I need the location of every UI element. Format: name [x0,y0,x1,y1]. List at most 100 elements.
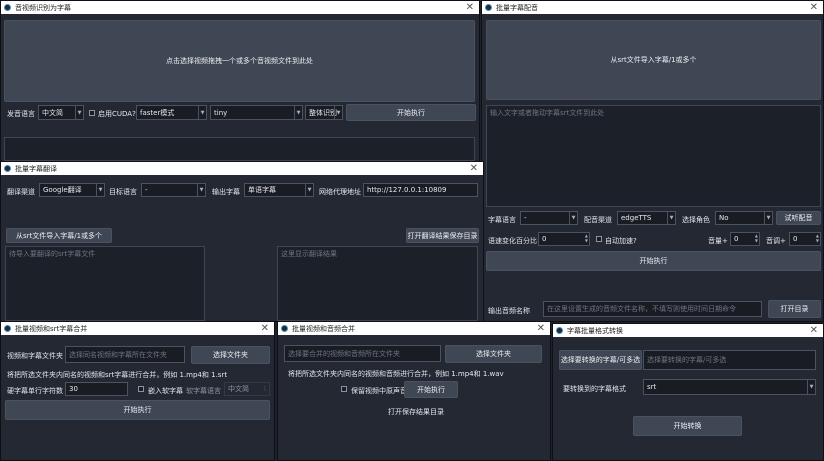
app-logo-icon [4,4,11,11]
close-icon[interactable]: ✕ [470,162,478,175]
chevron-down-icon: ▼ [667,212,675,224]
chevron-down-icon: ▼ [569,212,577,224]
chosen-subtitles-input[interactable]: 选择要转换的字幕/可多选 [643,350,816,370]
app-logo-icon [4,165,11,172]
auto-speed-checkbox[interactable] [596,236,602,242]
chevron-down-icon: ▼ [294,106,302,119]
test-dubbing-button[interactable]: 试听配音 [776,211,821,225]
soft-sub-lang-select[interactable]: 中文简 ⋮ [224,382,270,396]
batch-dubbing-window: 批量字幕配音 ✕ 从srt文件导入字幕/1或多个 输入文字或者拖动字幕srt文件… [481,0,824,322]
output-name-label: 输出音频名称 [488,307,530,315]
stepper-arrows-icon[interactable]: ▲ ▼ [585,233,588,243]
keep-original-audio-checkbox[interactable] [341,386,347,392]
chevron-down-icon: ▼ [75,106,83,119]
result-textarea[interactable] [4,137,475,161]
start-convert-button[interactable]: 开始转换 [633,416,742,436]
channel-select[interactable]: Google翻译 ▼ [39,183,105,197]
volume-label: 音量+ [708,237,728,245]
start-button[interactable]: 开始执行 [404,381,458,398]
window-title: 批量视频和srt字幕合并 [15,325,88,333]
role-label: 选择角色 [682,216,710,224]
cuda-checkbox[interactable] [89,110,95,116]
choose-folder-button[interactable]: 选择文件夹 [191,346,270,364]
cuda-label: 启用CUDA? [98,110,136,118]
window-titlebar: 音视频识别为字幕 ✕ [1,1,479,14]
open-folder-button[interactable]: 打开目录 [768,300,821,318]
window-titlebar: 批量字幕翻译 ✕ [1,162,483,175]
output-name-input[interactable]: 在这里设置生成的音频文件名称，不填写则使用时间日期命令 [543,301,762,317]
language-label: 发音语言 [7,110,35,118]
channel-label: 翻译渠道 [7,188,35,196]
stepper-arrows-icon[interactable]: ▲ ▼ [755,233,758,243]
output-sub-select[interactable]: 单语字幕 ▼ [244,183,314,197]
start-button[interactable]: 开始执行 [5,400,270,420]
proxy-label: 网络代理地址 [319,188,361,196]
max-chars-input[interactable]: 30 [65,382,128,396]
folder-input[interactable]: 选择要合并的视频和音频所在文件夹 [284,345,441,362]
close-icon[interactable]: ✕ [810,1,818,14]
channel-select[interactable]: edgeTTS ▼ [617,211,676,225]
model-select[interactable]: tiny ▼ [210,105,303,120]
pitch-stepper[interactable]: 0 ▲ ▼ [789,232,821,246]
drop-zone-text: 点击选择视频拖拽一个或多个音视频文件到此处 [166,57,313,65]
target-lang-select[interactable]: - ▼ [141,183,206,197]
embed-soft-sub-checkbox[interactable] [138,386,144,392]
target-format-label: 要转换到的字幕格式 [563,385,626,393]
chevron-down-icon: ▼ [198,106,206,119]
app-logo-icon [556,327,563,334]
speed-stepper[interactable]: 0 ▲ ▼ [538,232,590,246]
merge-video-srt-window: 批量视频和srt字幕合并 ✕ 视频和字幕文件夹 选择同名视频和字幕所在文件夹 选… [0,321,275,461]
output-sub-label: 输出字幕 [212,188,240,196]
translate-result-textarea[interactable]: 这里显示翻译结果 [277,246,478,321]
language-select[interactable]: 中文简 ▼ [38,105,84,120]
split-select[interactable]: 整体识别 ▼ [305,105,343,120]
import-srt-button[interactable]: 从srt文件导入字幕/1或多个 [6,228,112,243]
close-icon[interactable]: ✕ [261,322,269,335]
role-select[interactable]: No ▼ [715,211,773,225]
open-result-folder-button[interactable]: 打开翻译结果保存目录 [406,228,479,243]
close-icon[interactable]: ✕ [537,322,545,335]
start-button[interactable]: 开始执行 [486,251,821,271]
chevron-down-icon: ▼ [764,212,772,224]
soft-sub-lang-label: 软字幕语言 [186,387,221,395]
speech-to-subtitle-window: 音视频识别为字幕 ✕ 点击选择视频拖拽一个或多个音视频文件到此处 发音语言 中文… [0,0,480,162]
merge-hint-text: 将把所选文件夹内同名的视频和音频进行合并，例如 1.mp4和 1.wav [288,370,504,378]
merge-hint-text: 将把所选文件夹内同名的视频和srt字幕进行合并，例如 1.mp4和 1.srt [7,371,228,379]
chevron-down-icon: ▼ [334,106,342,119]
proxy-input[interactable]: http://127.0.0.1:10809 [363,183,478,197]
window-titlebar: 批量字幕配音 ✕ [482,1,823,14]
import-srt-button[interactable]: 从srt文件导入字幕/1或多个 [486,20,821,100]
target-format-select[interactable]: srt ▼ [643,379,816,395]
sub-lang-label: 字幕语言 [488,216,516,224]
window-titlebar: 字幕批量格式转换 ✕ [553,324,823,337]
channel-label: 配音渠道 [584,216,612,224]
close-icon[interactable]: ✕ [810,324,818,337]
file-drop-zone[interactable]: 点击选择视频拖拽一个或多个音视频文件到此处 [4,20,475,102]
open-result-folder-link[interactable]: 打开保存结果目录 [388,407,444,417]
chevron-down-icon: ▼ [96,184,104,196]
window-titlebar: 批量视频和srt字幕合并 ✕ [1,322,274,335]
sub-lang-select[interactable]: - ▼ [520,211,578,225]
dubbing-text-area[interactable]: 输入文字或者拖动字幕srt文件到此处 [486,105,821,207]
folder-input[interactable]: 选择同名视频和字幕所在文件夹 [65,346,185,363]
chevron-down-icon: ▼ [807,380,815,394]
chevron-down-icon: ⋮ [262,386,268,392]
window-title: 批量字幕翻译 [15,165,57,173]
keep-original-audio-label: 保留视频中原声音 [351,387,407,395]
start-button[interactable]: 开始执行 [346,104,476,121]
choose-subtitles-button[interactable]: 选择要转换的字幕/可多选 [559,350,642,370]
choose-folder-button[interactable]: 选择文件夹 [445,345,542,363]
source-srt-textarea[interactable]: 待导入要翻译的srt字幕文件 [5,246,205,321]
mode-select[interactable]: faster模式 ▼ [136,105,207,120]
window-title: 音视频识别为字幕 [15,4,71,12]
app-logo-icon [4,325,11,332]
chevron-down-icon: ▼ [305,184,313,196]
close-icon[interactable]: ✕ [466,1,474,14]
stepper-arrows-icon[interactable]: ▲ ▼ [816,233,819,243]
window-title: 批量字幕配音 [496,4,538,12]
target-lang-label: 目标语言 [109,188,137,196]
chevron-down-icon: ▼ [197,184,205,196]
window-titlebar: 批量视频和音频合并 ✕ [278,322,550,335]
max-chars-label: 硬字幕单行字符数 [7,387,63,395]
volume-stepper[interactable]: 0 ▲ ▼ [730,232,760,246]
